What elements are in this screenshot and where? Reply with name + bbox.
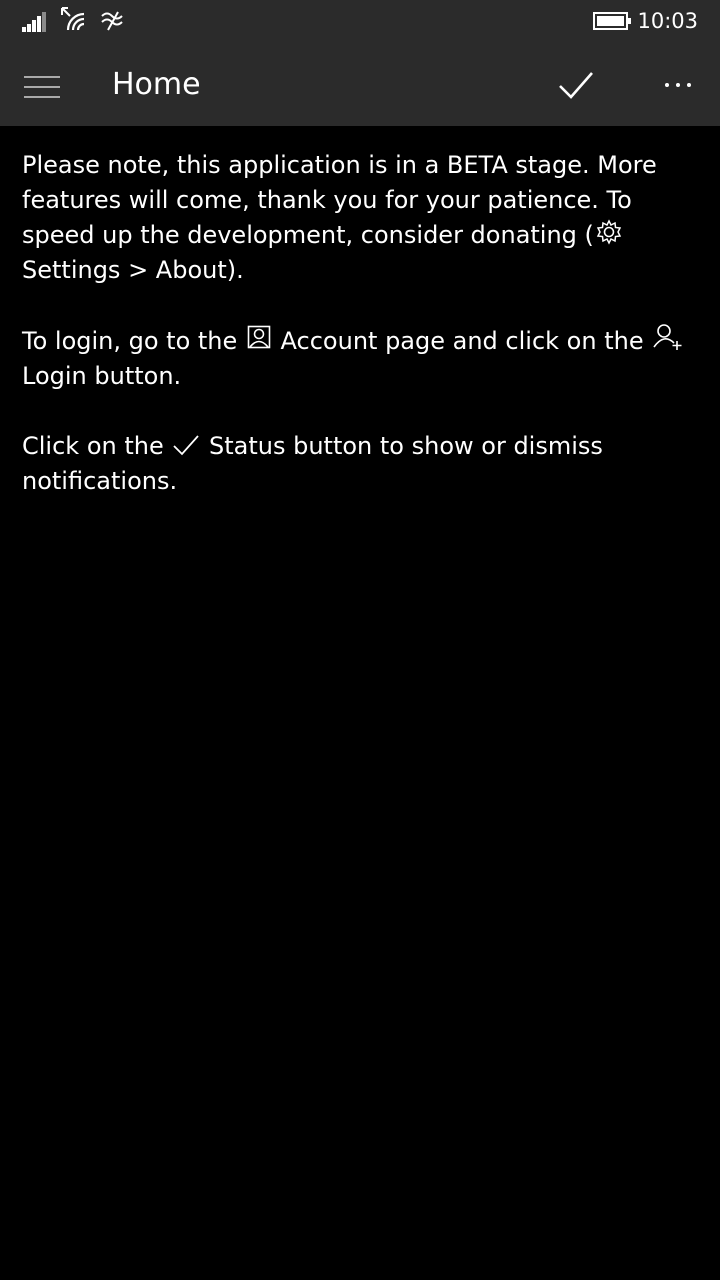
- check-icon: [173, 434, 200, 456]
- app-bar: Home: [0, 44, 720, 126]
- more-button[interactable]: [652, 60, 704, 112]
- clock: 10:03: [637, 9, 698, 33]
- home-content: Please note, this application is in a BE…: [22, 148, 698, 534]
- status-bar: 10:03: [0, 0, 720, 44]
- status-text-before: Click on the: [22, 432, 172, 460]
- status-paragraph: Click on the Status button to show or di…: [22, 429, 698, 499]
- signal-bars-icon: [22, 12, 48, 32]
- login-text-middle: Account page and click on the: [272, 327, 652, 355]
- check-icon: [559, 72, 593, 99]
- battery-icon: [593, 11, 633, 31]
- account-icon: [247, 325, 271, 351]
- login-text-after: Login button.: [22, 362, 182, 390]
- login-text-before: To login, go to the: [22, 327, 245, 355]
- beta-notice-paragraph: Please note, this application is in a BE…: [22, 148, 698, 288]
- gear-icon: [596, 219, 622, 245]
- hamburger-icon: [24, 76, 60, 98]
- add-person-icon: [653, 323, 683, 351]
- page-title: Home: [112, 67, 201, 102]
- status-button[interactable]: [546, 60, 606, 112]
- beta-notice-text-after: Settings > About).: [22, 256, 244, 284]
- more-icon: [665, 83, 691, 87]
- wifi-icon: [58, 6, 88, 32]
- login-paragraph: To login, go to the Account page and cli…: [22, 323, 698, 394]
- beta-notice-text: Please note, this application is in a BE…: [22, 151, 657, 249]
- data-transfer-icon: [100, 10, 126, 32]
- hamburger-button[interactable]: [14, 61, 70, 111]
